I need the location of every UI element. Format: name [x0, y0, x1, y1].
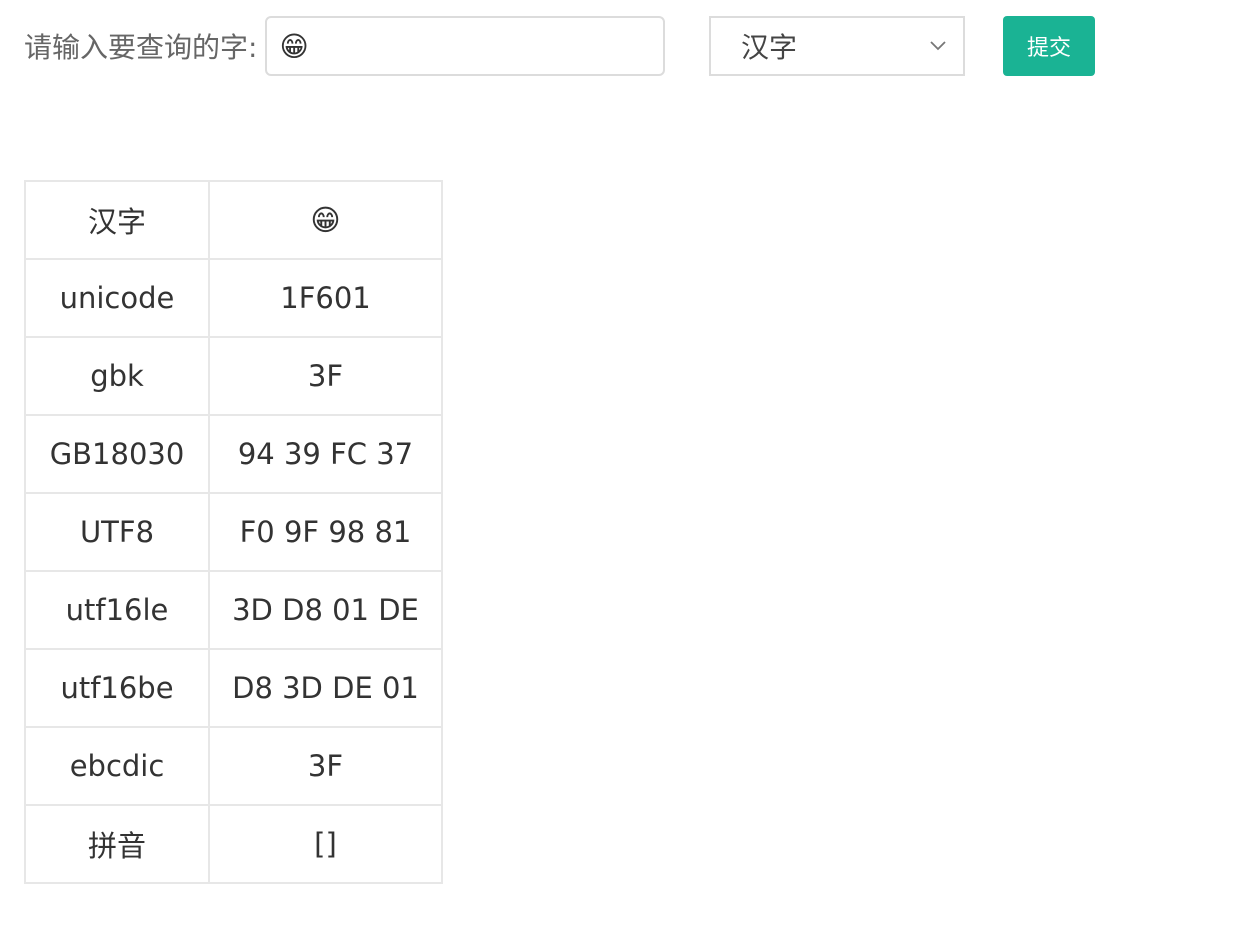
char-type-select[interactable]: 汉字	[709, 16, 965, 76]
table-row: GB18030 94 39 FC 37	[24, 414, 443, 494]
table-row: utf16be D8 3D DE 01	[24, 648, 443, 728]
row-key: 汉字	[24, 180, 210, 260]
row-key: 拼音	[24, 804, 210, 884]
row-key: utf16be	[24, 648, 210, 728]
chevron-down-icon	[929, 37, 947, 55]
row-value: 3F	[208, 726, 443, 806]
row-value: D8 3D DE 01	[208, 648, 443, 728]
encoding-result-table: 汉字 😁 unicode 1F601 gbk 3F GB18030 94 39 …	[24, 180, 443, 884]
row-key: UTF8	[24, 492, 210, 572]
row-value: 😁	[208, 180, 443, 260]
table-row: 汉字 😁	[24, 180, 443, 260]
char-type-selected-value: 汉字	[741, 31, 798, 64]
row-key: utf16le	[24, 570, 210, 650]
query-bar: 请输入要查询的字:	[24, 16, 666, 76]
row-key: GB18030	[24, 414, 210, 494]
row-value: []	[208, 804, 443, 884]
table-row: gbk 3F	[24, 336, 443, 416]
row-value: 3F	[208, 336, 443, 416]
query-input[interactable]	[265, 16, 666, 76]
row-key: unicode	[24, 258, 210, 338]
row-key: gbk	[24, 336, 210, 416]
table-row: UTF8 F0 9F 98 81	[24, 492, 443, 572]
table-row: unicode 1F601	[24, 258, 443, 338]
table-row: utf16le 3D D8 01 DE	[24, 570, 443, 650]
submit-button[interactable]: 提交	[1003, 16, 1095, 76]
row-value: 94 39 FC 37	[208, 414, 443, 494]
table-row: ebcdic 3F	[24, 726, 443, 806]
row-value: F0 9F 98 81	[208, 492, 443, 572]
query-label: 请输入要查询的字:	[24, 31, 258, 64]
table-row: 拼音 []	[24, 804, 443, 884]
row-value: 1F601	[208, 258, 443, 338]
row-key: ebcdic	[24, 726, 210, 806]
row-value: 3D D8 01 DE	[208, 570, 443, 650]
